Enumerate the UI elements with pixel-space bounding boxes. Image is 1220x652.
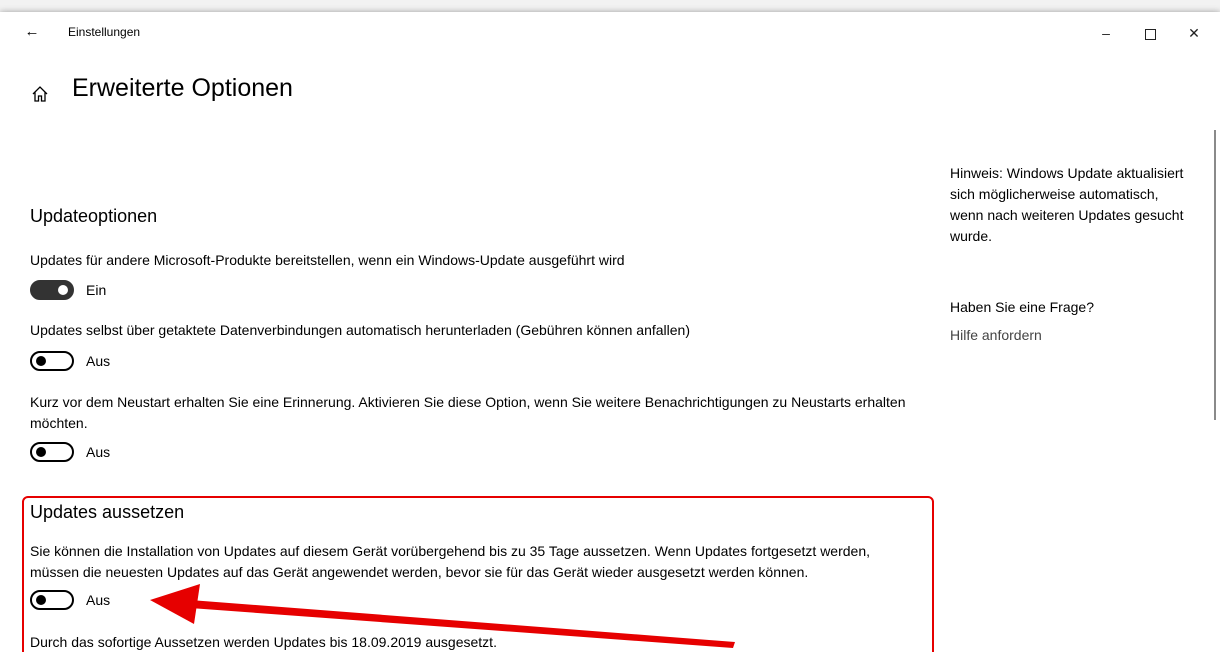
annotation-highlight-box <box>22 496 934 652</box>
page-title: Erweiterte Optionen <box>72 74 293 102</box>
minimize-button[interactable]: – <box>1086 18 1126 48</box>
help-link[interactable]: Hilfe anfordern <box>950 325 1190 346</box>
app-title: Einstellungen <box>68 25 141 39</box>
toggle-state-label: Aus <box>86 353 111 369</box>
option-description: Updates für andere Microsoft-Produkte be… <box>30 252 625 268</box>
close-button[interactable]: ✕ <box>1174 18 1214 48</box>
restart-reminder-toggle[interactable] <box>30 442 74 462</box>
sidebar-hint: Hinweis: Windows Update aktualisiert sic… <box>950 165 1184 244</box>
settings-window: ← Einstellungen – ✕ Erweiterte Optionen … <box>0 12 1220 652</box>
scrollbar[interactable] <box>1214 130 1216 420</box>
toggle-knob <box>36 447 46 457</box>
maximize-button[interactable] <box>1130 18 1170 48</box>
toggle-state-label: Ein <box>86 282 107 298</box>
sidebar-question: Haben Sie eine Frage? <box>950 299 1094 315</box>
maximize-icon <box>1144 28 1156 40</box>
toggle-state-label: Aus <box>86 444 111 460</box>
home-icon[interactable] <box>30 84 50 104</box>
update-options-heading: Updateoptionen <box>30 206 158 226</box>
toggle-knob <box>58 285 68 295</box>
toggle-knob <box>36 356 46 366</box>
title-bar: ← Einstellungen – ✕ <box>0 12 1220 52</box>
metered-connection-toggle[interactable] <box>30 351 74 371</box>
back-arrow-icon[interactable]: ← <box>20 20 44 44</box>
option-description: Kurz vor dem Neustart erhalten Sie eine … <box>30 394 906 431</box>
microsoft-products-toggle[interactable] <box>30 280 74 300</box>
option-description: Updates selbst über getaktete Datenverbi… <box>30 322 690 338</box>
